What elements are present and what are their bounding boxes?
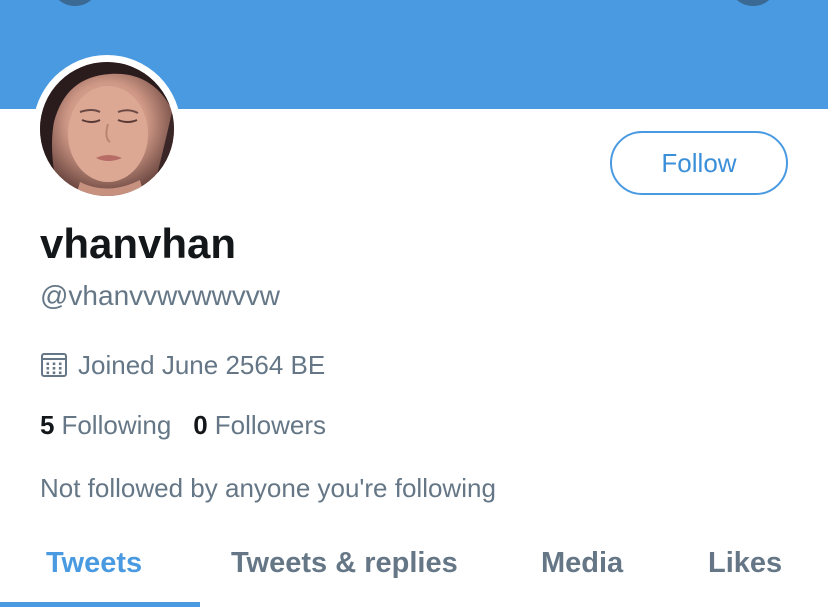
joined-text: Joined June 2564 BE [78, 349, 326, 380]
avatar-border [33, 55, 181, 203]
back-button[interactable] [50, 0, 100, 6]
followed-by-note: Not followed by anyone you're following [40, 473, 496, 503]
avatar[interactable] [40, 62, 174, 196]
following-label: Following [61, 409, 172, 440]
active-tab-indicator [0, 602, 200, 607]
follow-button[interactable]: Follow [610, 131, 788, 195]
followers-label: Followers [214, 409, 327, 440]
tab-tweets-and-replies[interactable]: Tweets & replies [231, 543, 458, 583]
more-options-button[interactable] [728, 0, 778, 6]
joined-date: Joined June 2564 BE [40, 347, 325, 383]
tab-likes[interactable]: Likes [708, 543, 782, 583]
following-count: 5 [40, 409, 55, 440]
following-stat[interactable]: 5 Following [40, 410, 171, 441]
followers-stat[interactable]: 0 Followers [193, 410, 326, 441]
followers-count: 0 [193, 409, 208, 440]
user-handle: @vhanvvwvwwvvw [40, 280, 281, 311]
calendar-icon [41, 353, 67, 377]
tab-tweets[interactable]: Tweets [46, 543, 142, 583]
tab-media[interactable]: Media [541, 543, 623, 583]
avatar-photo [40, 62, 174, 196]
profile-stats: 5 Following 0 Followers [40, 408, 348, 442]
display-name: vhanvhan [40, 220, 237, 267]
